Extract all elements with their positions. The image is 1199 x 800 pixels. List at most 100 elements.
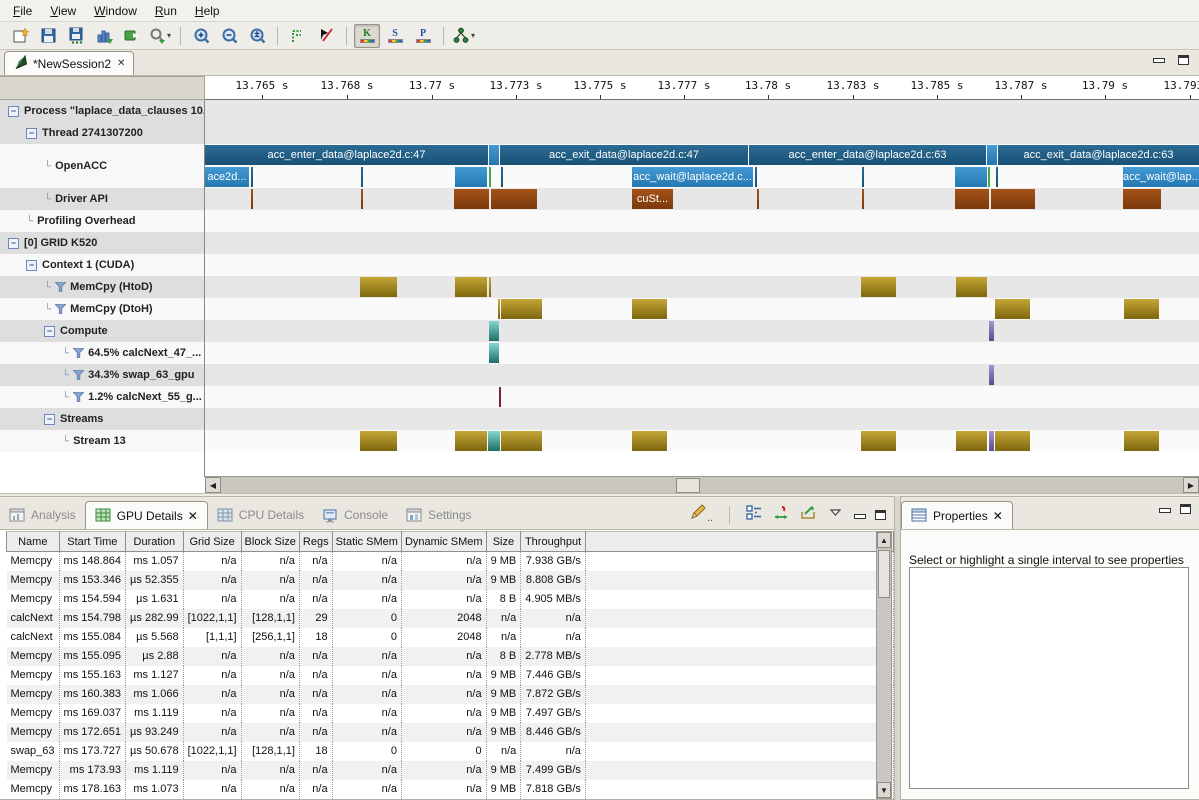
timeline-interval[interactable] xyxy=(251,189,253,209)
timeline-row-1-2-calcnext-55-g[interactable]: └1.2% calcNext_55_g... xyxy=(0,386,204,408)
pencil-icon[interactable]: .. xyxy=(690,504,713,526)
menu-window[interactable]: Window xyxy=(85,2,146,20)
measure-icon[interactable] xyxy=(773,504,790,526)
dropdown-arrow-icon[interactable]: ▾ xyxy=(471,31,475,40)
timeline-interval[interactable] xyxy=(361,167,363,187)
collapse-icon[interactable]: − xyxy=(26,128,37,139)
minimize-icon[interactable] xyxy=(854,511,865,520)
timeline-interval[interactable] xyxy=(995,431,1030,451)
timeline-interval[interactable] xyxy=(489,167,491,187)
timeline-row-process-laplace-data-clauses-10[interactable]: −Process "laplace_data_clauses 10... xyxy=(0,100,204,122)
timeline-row-memcpy-htod[interactable]: └MemCpy (HtoD) xyxy=(0,276,204,298)
tab-session[interactable]: *NewSession2 ✕ xyxy=(4,51,134,75)
timeline-interval[interactable] xyxy=(361,189,363,209)
dependency-icon[interactable]: ▾ xyxy=(451,24,477,48)
kernel-colors-icon[interactable]: K xyxy=(354,24,380,48)
timeline-interval[interactable] xyxy=(757,189,759,209)
timeline-interval[interactable] xyxy=(455,431,487,451)
timeline-row-compute[interactable]: −Compute xyxy=(0,320,204,342)
table-row[interactable]: Memcpy155.163 ms1.127 msn/an/an/an/an/a9… xyxy=(7,666,894,685)
timeline-interval[interactable] xyxy=(488,431,500,451)
column-header-regs[interactable]: Regs xyxy=(299,532,332,552)
scroll-left-icon[interactable]: ◀ xyxy=(205,477,221,493)
table-vscrollbar[interactable]: ▲ ▼ xyxy=(876,531,892,799)
table-row[interactable]: Memcpy155.095 ms2.88 µsn/an/an/an/an/a8 … xyxy=(7,647,894,666)
timeline-interval[interactable] xyxy=(861,431,896,451)
table-row[interactable]: calcNext154.798 ms282.99 µs[1022,1,1][12… xyxy=(7,609,894,628)
filter-funnel-icon[interactable] xyxy=(73,392,84,402)
collapse-icon[interactable]: − xyxy=(8,106,19,117)
hscroll-thumb[interactable] xyxy=(676,478,700,493)
filter-icon[interactable] xyxy=(285,24,311,48)
filter-funnel-icon[interactable] xyxy=(73,348,84,358)
table-row[interactable]: Memcpy160.383 ms1.066 msn/an/an/an/an/a9… xyxy=(7,685,894,704)
timeline-interval[interactable] xyxy=(489,277,491,297)
filter-funnel-icon[interactable] xyxy=(55,304,66,314)
table-row[interactable]: Memcpy148.864 ms1.057 msn/an/an/an/an/a9… xyxy=(7,552,894,571)
table-row[interactable]: calcNext155.084 ms5.568 µs[1,1,1][256,1,… xyxy=(7,628,894,647)
save-as-icon[interactable] xyxy=(63,24,89,48)
timeline-row-streams[interactable]: −Streams xyxy=(0,408,204,430)
menu-help[interactable]: Help xyxy=(186,2,229,20)
timeline-interval[interactable]: acc_enter_data@laplace2d.c:63 xyxy=(749,145,986,165)
timeline-row-profiling-overhead[interactable]: └Profiling Overhead xyxy=(0,210,204,232)
new-session-icon[interactable] xyxy=(7,24,33,48)
column-header-name[interactable]: Name xyxy=(7,532,60,552)
chevron-down-icon[interactable] xyxy=(827,504,844,526)
timeline-interval[interactable] xyxy=(1124,431,1159,451)
maximize-icon[interactable] xyxy=(1180,504,1191,514)
column-header-size[interactable]: Size xyxy=(486,532,521,552)
timeline-interval[interactable] xyxy=(995,299,1030,319)
timeline-interval[interactable] xyxy=(989,321,994,341)
timeline-row-context-1-cuda[interactable]: −Context 1 (CUDA) xyxy=(0,254,204,276)
table-row[interactable]: Memcpy153.346 ms52.355 µsn/an/an/an/an/a… xyxy=(7,571,894,590)
timeline-interval[interactable] xyxy=(755,167,757,187)
marker-icon[interactable] xyxy=(313,24,339,48)
timeline-interval[interactable] xyxy=(501,431,542,451)
tab-console[interactable]: Console xyxy=(313,501,397,529)
table-row[interactable]: Memcpy172.651 ms93.249 µsn/an/an/an/an/a… xyxy=(7,723,894,742)
column-header-grid-size[interactable]: Grid Size xyxy=(183,532,241,552)
column-header-duration[interactable]: Duration xyxy=(126,532,184,552)
dropdown-arrow-icon[interactable]: ▾ xyxy=(167,31,171,40)
filter-funnel-icon[interactable] xyxy=(55,282,66,292)
collapse-icon[interactable]: − xyxy=(26,260,37,271)
timeline-row-stream-13[interactable]: └Stream 13 xyxy=(0,430,204,452)
zoom-out-icon[interactable] xyxy=(216,24,242,48)
scroll-right-icon[interactable]: ▶ xyxy=(1183,477,1199,493)
collapse-icon[interactable]: − xyxy=(44,414,55,425)
timeline-interval[interactable] xyxy=(632,431,667,451)
maximize-icon[interactable] xyxy=(875,510,886,520)
tab-properties[interactable]: Properties ✕ xyxy=(901,501,1013,529)
timeline-interval[interactable] xyxy=(489,321,499,341)
timeline-interval[interactable]: acc_exit_data@laplace2d.c:47 xyxy=(500,145,748,165)
tab-analysis[interactable]: Analysis xyxy=(0,501,85,529)
timeline-interval[interactable] xyxy=(491,189,537,209)
stream-colors-icon[interactable]: S xyxy=(382,24,408,48)
timeline-interval[interactable]: cuSt... xyxy=(632,189,673,209)
timeline-row-memcpy-dtoh[interactable]: └MemCpy (DtoH) xyxy=(0,298,204,320)
timeline-interval[interactable] xyxy=(498,299,500,319)
timeline-interval[interactable] xyxy=(455,277,487,297)
timeline-interval[interactable] xyxy=(956,431,987,451)
filter-funnel-icon[interactable] xyxy=(73,370,84,380)
report-icon[interactable] xyxy=(91,24,117,48)
timeline-interval[interactable] xyxy=(989,431,994,451)
timeline-interval[interactable] xyxy=(499,387,501,407)
timeline-interval[interactable] xyxy=(632,299,667,319)
tab-gpu-details[interactable]: GPU Details✕ xyxy=(85,501,208,529)
timeline-row-0-grid-k520[interactable]: −[0] GRID K520 xyxy=(0,232,204,254)
save-icon[interactable] xyxy=(35,24,61,48)
column-header-dynamic-smem[interactable]: Dynamic SMem xyxy=(401,532,486,552)
timeline-interval[interactable]: acc_wait@lap... xyxy=(1123,167,1199,187)
column-header-start-time[interactable]: Start Time xyxy=(59,532,126,552)
timeline-interval[interactable] xyxy=(360,431,397,451)
timeline-interval[interactable] xyxy=(996,167,998,187)
timeline-interval[interactable] xyxy=(489,343,499,363)
maximize-icon[interactable] xyxy=(1178,55,1189,65)
timeline-interval[interactable] xyxy=(956,277,987,297)
timeline-interval[interactable] xyxy=(360,277,397,297)
collapse-icon[interactable]: − xyxy=(8,238,19,249)
timeline-interval[interactable] xyxy=(988,167,990,187)
table-row[interactable]: swap_63173.727 ms50.678 µs[1022,1,1][128… xyxy=(7,742,894,761)
